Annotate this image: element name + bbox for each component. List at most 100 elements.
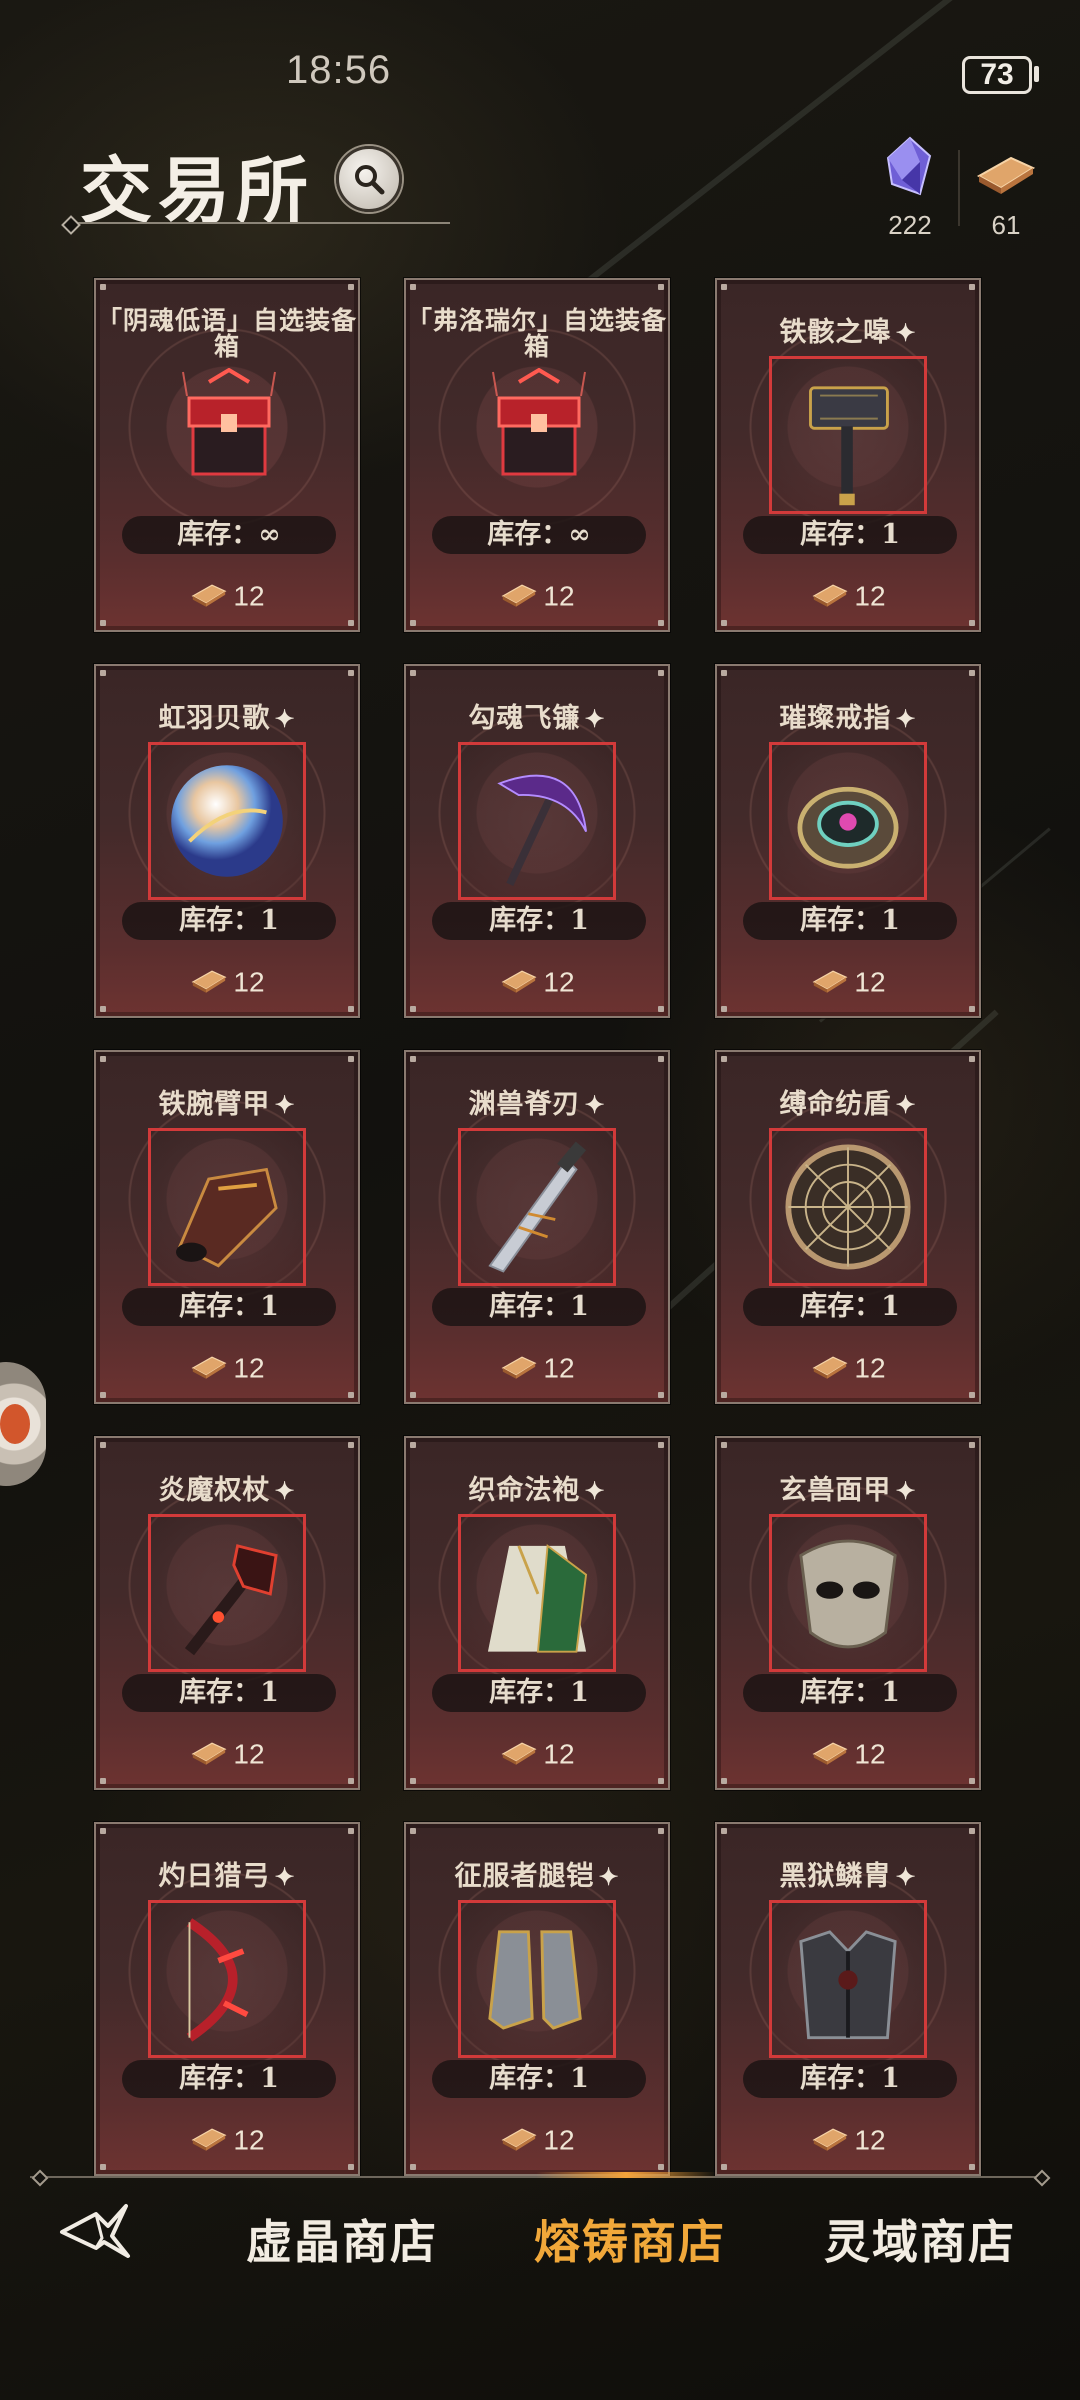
price-value: 12	[543, 1352, 575, 1384]
robe-icon	[487, 1544, 588, 1653]
ingot-icon	[499, 1736, 539, 1773]
item-price: 12	[717, 578, 979, 615]
price-value: 12	[543, 1738, 575, 1770]
ingot-icon	[189, 1736, 229, 1773]
sparkle-icon: ✦	[598, 1862, 620, 1891]
card-corner	[721, 1442, 727, 1448]
item-price: 12	[96, 578, 358, 615]
price-value: 12	[543, 966, 575, 998]
card-corner	[658, 1442, 664, 1448]
item-card[interactable]: 铁腕臂甲 ✦ 库存：1 12	[94, 1050, 360, 1404]
item-price: 12	[406, 964, 668, 1001]
card-corner	[100, 284, 106, 290]
item-card[interactable]: 铁骸之嗥 ✦ 库存：1 12	[715, 278, 981, 632]
item-card[interactable]: 「弗洛瑞尔」自选装备箱 库存：∞ 12	[404, 278, 670, 632]
stock-label: 库存：1	[122, 1674, 336, 1712]
item-card[interactable]: 「阴魂低语」自选装备箱 库存：∞ 12	[94, 278, 360, 632]
item-card[interactable]: 虹羽贝歌 ✦ 库存：1 12	[94, 664, 360, 1018]
assistant-icon	[0, 1404, 30, 1444]
back-arrow-icon	[60, 2204, 130, 2258]
chest-icon	[489, 367, 589, 488]
item-name-text: 缚命纺盾	[779, 1089, 892, 1120]
ring-icon	[797, 786, 899, 869]
item-name: 玄兽面甲 ✦	[717, 1468, 979, 1507]
card-corner	[969, 1828, 975, 1834]
item-name-text: 征服者腿铠	[454, 1861, 595, 1892]
search-icon	[355, 165, 385, 195]
item-price: 12	[406, 2122, 668, 2159]
ingot-icon	[499, 1350, 539, 1387]
card-corner	[348, 1006, 354, 1012]
card-corner	[721, 2164, 727, 2170]
card-corner	[100, 1778, 106, 1784]
item-image-frame	[769, 356, 927, 514]
item-card[interactable]: 织命法袍 ✦ 库存：1 12	[404, 1436, 670, 1790]
card-corner	[100, 1828, 106, 1834]
card-corner	[410, 2164, 416, 2170]
item-name-text: 勾魂飞镰	[468, 703, 581, 734]
item-name: 织命法袍 ✦	[406, 1468, 668, 1507]
item-card[interactable]: 勾魂飞镰 ✦ 库存：1 12	[404, 664, 670, 1018]
item-card[interactable]: 渊兽脊刃 ✦ 库存：1 12	[404, 1050, 670, 1404]
search-button[interactable]	[336, 146, 402, 212]
item-name-text: 织命法袍	[468, 1475, 581, 1506]
stock-label: 库存：1	[432, 902, 646, 940]
nav-active-indicator	[536, 2172, 716, 2178]
price-value: 12	[854, 1738, 886, 1770]
stock-label: 库存：1	[122, 2060, 336, 2098]
bracer-icon	[176, 1167, 278, 1268]
card-corner	[100, 1006, 106, 1012]
card-corner	[721, 284, 727, 290]
tab-crystal-shop[interactable]: 虚晶商店	[246, 2206, 438, 2272]
card-corner	[410, 1392, 416, 1398]
item-name-text: 炎魔权杖	[158, 1475, 271, 1506]
item-price: 12	[96, 1350, 358, 1387]
ingot-icon	[810, 964, 850, 1001]
item-card[interactable]: 炎魔权杖 ✦ 库存：1 12	[94, 1436, 360, 1790]
item-name-text: 铁骸之嗥	[779, 317, 892, 348]
item-card[interactable]: 黑狱鳞胄 ✦ 库存：1 12	[715, 1822, 981, 2176]
ingot-icon	[189, 578, 229, 615]
back-button[interactable]	[56, 2196, 142, 2266]
card-corner	[410, 1006, 416, 1012]
ingot-icon	[810, 2122, 850, 2159]
stock-label: 库存：1	[743, 1674, 957, 1712]
item-price: 12	[96, 964, 358, 1001]
card-corner	[969, 284, 975, 290]
blade-icon	[488, 1141, 587, 1273]
card-corner	[969, 1056, 975, 1062]
hammer-icon	[809, 386, 889, 506]
battery-indicator: 73	[962, 56, 1032, 94]
price-value: 12	[233, 1738, 265, 1770]
card-corner	[658, 1056, 664, 1062]
card-corner	[721, 1392, 727, 1398]
chest-icon	[179, 367, 279, 488]
ingot-icon	[189, 1350, 229, 1387]
card-corner	[658, 620, 664, 626]
tab-forge-shop[interactable]: 熔铸商店	[534, 2206, 726, 2272]
ingot-icon	[189, 2122, 229, 2159]
card-corner	[100, 2164, 106, 2170]
item-price: 12	[406, 578, 668, 615]
card-corner	[100, 670, 106, 676]
item-name: 铁腕臂甲 ✦	[96, 1082, 358, 1121]
ingot-icon	[499, 578, 539, 615]
sparkle-icon: ✦	[895, 1862, 917, 1891]
item-price: 12	[96, 1736, 358, 1773]
tab-spirit-shop[interactable]: 灵域商店	[824, 2206, 1016, 2272]
card-corner	[721, 1056, 727, 1062]
card-corner	[348, 670, 354, 676]
item-card[interactable]: 缚命纺盾 ✦ 库存：1 12	[715, 1050, 981, 1404]
item-card[interactable]: 征服者腿铠 ✦ 库存：1 12	[404, 1822, 670, 2176]
floating-assistant-button[interactable]	[0, 1362, 46, 1486]
status-time: 18:56	[286, 48, 392, 92]
item-card[interactable]: 璀璨戒指 ✦ 库存：1 12	[715, 664, 981, 1018]
sparkle-icon: ✦	[274, 1862, 296, 1891]
price-value: 12	[233, 2124, 265, 2156]
stock-label: 库存：1	[743, 1288, 957, 1326]
item-name: 渊兽脊刃 ✦	[406, 1082, 668, 1121]
item-card[interactable]: 灼日猎弓 ✦ 库存：1 12	[94, 1822, 360, 2176]
item-card[interactable]: 玄兽面甲 ✦ 库存：1 12	[715, 1436, 981, 1790]
item-name-text: 黑狱鳞胄	[779, 1861, 892, 1892]
item-image-frame	[148, 1514, 306, 1672]
